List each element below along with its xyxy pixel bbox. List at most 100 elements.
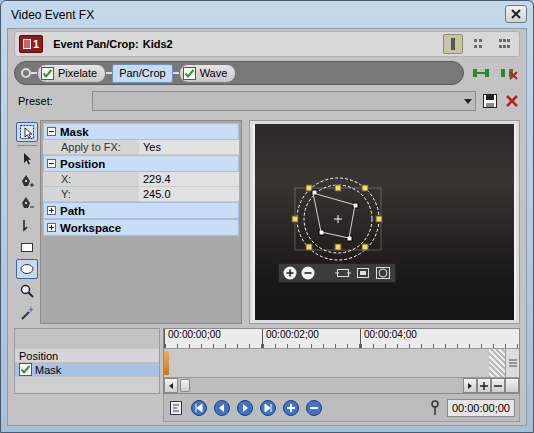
pen-add-icon[interactable]: [19, 173, 35, 189]
last-keyframe-icon[interactable]: [260, 400, 276, 416]
scroll-left-button[interactable]: [164, 378, 178, 393]
fit-circle-icon[interactable]: [375, 266, 391, 280]
fx-plugin[interactable]: Wave: [179, 64, 237, 83]
minus-icon[interactable]: [494, 382, 502, 390]
property-group-header[interactable]: Workspace: [43, 219, 239, 236]
fx-plugin[interactable]: Pixelate: [37, 64, 106, 83]
sync-cursor-icon[interactable]: [168, 399, 184, 417]
track-row[interactable]: Position: [15, 349, 159, 363]
preset-dropdown[interactable]: [92, 91, 476, 111]
single-view-icon[interactable]: [447, 37, 459, 51]
time-ruler[interactable]: 00:00:00;0000:00:02;0000:00:04;00: [164, 329, 519, 349]
property-value[interactable]: Yes: [139, 140, 239, 155]
plugin-content[interactable]: Pixelate: [41, 67, 97, 80]
magic-wand-icon[interactable]: [19, 305, 35, 321]
right-arrow-icon[interactable]: [466, 382, 474, 390]
zoom-out-button[interactable]: [491, 378, 505, 393]
event-name: Kids2: [143, 38, 173, 50]
dialog-window: Video Event FX1Event Pan/Crop:Kids2Pixel…: [0, 0, 534, 433]
zoom-out-icon[interactable]: [301, 266, 315, 280]
fit-frame-icon[interactable]: [355, 266, 371, 280]
anchor-tool-icon[interactable]: [19, 151, 35, 167]
add-keyframe-icon[interactable]: [283, 400, 299, 416]
previous-keyframe-icon[interactable]: [214, 400, 230, 416]
save-preset-icon[interactable]: [482, 93, 498, 109]
close-icon[interactable]: [511, 9, 521, 19]
scroll-corner: [505, 378, 519, 393]
delete-keyframe-icon[interactable]: [306, 400, 322, 416]
ruler-ticks: [263, 344, 360, 348]
scroll-right-button[interactable]: [463, 378, 477, 393]
track-content[interactable]: Mask: [19, 363, 61, 376]
pen-remove-icon[interactable]: [19, 195, 35, 211]
vertical-scrollbar[interactable]: [505, 349, 519, 377]
ruler-ticks: [165, 344, 262, 348]
tool-button[interactable]: [16, 193, 38, 213]
toolbar-spacer: [14, 394, 163, 422]
scroll-track[interactable]: [178, 378, 463, 393]
tool-button[interactable]: [16, 281, 38, 301]
tool-button[interactable]: [16, 259, 38, 279]
fit-width-icon[interactable]: [335, 266, 351, 280]
next-keyframe-icon[interactable]: [237, 400, 253, 416]
zoom-tool-icon[interactable]: [19, 283, 35, 299]
select-tool-icon[interactable]: [19, 124, 35, 140]
view-button[interactable]: [443, 34, 463, 54]
left-arrow-icon[interactable]: [167, 382, 175, 390]
close-button[interactable]: [505, 5, 527, 23]
first-keyframe-icon[interactable]: [191, 400, 207, 416]
delete-preset-icon[interactable]: [504, 93, 520, 109]
property-row[interactable]: Y:245.0: [43, 187, 239, 202]
chain-start-dot: [21, 68, 31, 78]
checkbox-icon[interactable]: [183, 67, 196, 80]
rectangle-tool-icon[interactable]: [19, 239, 35, 255]
track-content[interactable]: Position: [19, 350, 58, 362]
track-list-header: [15, 329, 159, 349]
plugin-content[interactable]: Pan/Crop: [119, 67, 165, 79]
tool-button[interactable]: [16, 215, 38, 235]
property-value[interactable]: 245.0: [139, 187, 239, 202]
expand-icon[interactable]: [47, 206, 56, 215]
split-tool-icon[interactable]: [19, 217, 35, 233]
tool-button[interactable]: [16, 237, 38, 257]
pin-icon[interactable]: [430, 400, 440, 416]
tool-button[interactable]: [16, 149, 38, 169]
video-frame[interactable]: [253, 124, 516, 320]
checkbox-icon[interactable]: [19, 363, 32, 376]
scroll-grip-icon[interactable]: [508, 357, 518, 369]
checkbox-icon[interactable]: [41, 67, 54, 80]
property-value[interactable]: 229.4: [139, 172, 239, 187]
collapse-icon[interactable]: [47, 127, 56, 136]
property-row[interactable]: X:229.4: [43, 172, 239, 187]
view-button[interactable]: [469, 34, 489, 54]
plus-icon[interactable]: [480, 382, 488, 390]
view-buttons: [443, 34, 515, 54]
fx-plugin[interactable]: Pan/Crop: [112, 64, 172, 83]
tool-button[interactable]: [16, 122, 38, 142]
cursor-time[interactable]: 00:00:00;00: [447, 399, 515, 417]
tool-button[interactable]: [16, 171, 38, 191]
expand-icon[interactable]: [47, 223, 56, 232]
zoom-in-icon[interactable]: [283, 266, 297, 280]
property-group-header[interactable]: Position: [43, 155, 239, 172]
collapse-icon[interactable]: [47, 159, 56, 168]
view-button[interactable]: [495, 34, 515, 54]
list-view-icon[interactable]: [473, 37, 485, 51]
property-group-header[interactable]: Path: [43, 202, 239, 219]
dropdown-arrow-icon[interactable]: [461, 94, 475, 108]
add-plugin-icon[interactable]: [472, 66, 490, 80]
tool-button[interactable]: [16, 303, 38, 323]
property-label: Y:: [43, 187, 139, 202]
keyframe-lane[interactable]: [164, 349, 489, 377]
zoom-in-button[interactable]: [477, 378, 491, 393]
property-group-header[interactable]: Mask: [43, 123, 239, 140]
keyframe-marker[interactable]: [164, 351, 169, 375]
plugin-content[interactable]: Wave: [183, 67, 228, 80]
scroll-thumb[interactable]: [180, 379, 190, 392]
ellipse-tool-icon[interactable]: [19, 261, 35, 277]
remove-plugin-icon[interactable]: [500, 66, 518, 80]
mask-overlay[interactable]: [255, 124, 516, 317]
grid-view-icon[interactable]: [499, 37, 511, 51]
track-row[interactable]: Mask: [15, 363, 159, 377]
property-row[interactable]: Apply to FX:Yes: [43, 140, 239, 155]
